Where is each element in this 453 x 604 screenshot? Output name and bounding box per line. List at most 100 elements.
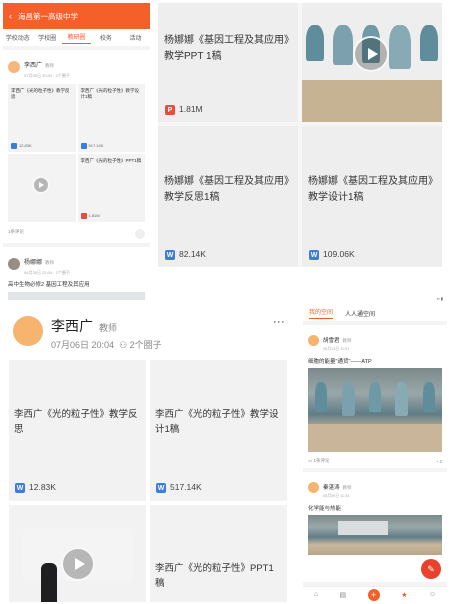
post-content: 高中生物必修2 基因工程及其应用	[8, 282, 90, 288]
attachment-doc[interactable]: 杨娜娜《基因工程及其应用》教学反思1稿 W 82.14K	[158, 126, 298, 267]
nav-message-icon[interactable]: ▤	[340, 591, 347, 599]
video-thumbnail[interactable]	[302, 3, 442, 122]
tab-everyone-space[interactable]: 人人通空间	[345, 309, 375, 318]
author-name[interactable]: 杨娜娜	[24, 260, 42, 266]
author-name[interactable]: 李西广	[24, 63, 42, 69]
post-time: 06月28日 22:04	[24, 270, 53, 275]
avatar[interactable]	[308, 482, 319, 493]
students-image	[308, 382, 442, 416]
file-size: 12.83K	[29, 482, 56, 493]
play-icon[interactable]	[61, 547, 95, 581]
circle-count[interactable]: 2个圈子	[130, 340, 162, 350]
attachment-doc[interactable]: 杨娜娜《基因工程及其应用》教学设计1稿 W 109.06K	[302, 126, 442, 267]
more-icon[interactable]: ⋮	[272, 316, 286, 327]
author-name[interactable]: 李西广	[51, 318, 93, 334]
word-doc-icon: W	[309, 250, 319, 261]
app-header: ‹ 海昌第一高级中学	[3, 3, 150, 29]
attachment-doc[interactable]: 李西广《光的粒子性》教学反思 12.83K	[8, 84, 76, 152]
like-icon[interactable]	[135, 229, 145, 239]
post-image[interactable]	[308, 368, 442, 452]
tab-my-space[interactable]: 我的空间	[309, 307, 334, 319]
word-doc-icon	[80, 143, 87, 149]
attachment-title: 李西广《光的粒子性》教学反思	[14, 409, 138, 436]
video-thumbnail[interactable]	[9, 505, 146, 602]
avatar[interactable]	[13, 316, 43, 346]
file-size: 517.14K	[170, 482, 202, 493]
author-role: 教师	[99, 323, 118, 333]
edit-fab[interactable]: ✎	[421, 559, 441, 579]
attachment-doc[interactable]: 李西广《光的粒子性》教学反思 W 12.83K	[9, 360, 146, 501]
file-size: 109.06K	[323, 249, 355, 260]
attachment-title: 李西广《光的粒子性》PPT1稿	[155, 563, 274, 590]
attachment-ppt[interactable]: 李西广《光的粒子性》PPT1稿 1.81M	[77, 154, 145, 222]
bottom-nav: ⌂ ▤ + ★ ☺	[303, 586, 447, 602]
post-image[interactable]	[8, 292, 145, 300]
like-count: 2	[439, 458, 442, 464]
post-card[interactable]: 杨娜娜 教师 06月28日 22:04 · 2个圈子 高中生物必修2 基因工程及其…	[3, 247, 150, 300]
nav-add-icon[interactable]: +	[367, 588, 380, 601]
post-detail-zoom: 李西广 教师 07月06日 20:04 ⚇ 2个圈子 ⋮ 李西广《光的粒子性》教学…	[3, 306, 296, 602]
ppt-icon: P	[165, 105, 175, 116]
attachment-title: 李西广《光的粒子性》教学设计1稿	[155, 409, 279, 436]
file-size: 1.81M	[88, 213, 100, 219]
attachment-doc[interactable]: 李西广《光的粒子性》教学设计1稿 W 517.14K	[150, 360, 287, 501]
avatar[interactable]	[8, 257, 20, 270]
comment-count[interactable]: 1条评论	[314, 458, 330, 463]
desks-image	[302, 80, 442, 122]
post-time: 06月09日 11:33	[323, 494, 350, 498]
comment-icon[interactable]: ▭	[308, 458, 312, 463]
attachment-title: 李西广《光的粒子性》PPT1稿	[80, 158, 142, 163]
post-time: 07月06日 20:04	[51, 340, 115, 350]
teacher-image	[41, 563, 57, 602]
circle-count[interactable]: 2个圈子	[56, 73, 70, 78]
avatar[interactable]	[308, 335, 319, 346]
attachment-ppt[interactable]: 杨娜娜《基因工程及其应用》教学PPT 1稿 P 1.81M	[158, 3, 298, 122]
my-space-screen: ▪▪ ▮ 我的空间 人人通空间 胡雪君 教师 06月13日 11:51 细胞的能量…	[303, 296, 447, 602]
screen-image	[338, 521, 388, 535]
nav-home-icon[interactable]: ⌂	[314, 591, 318, 598]
tab-activities[interactable]: 活动	[121, 33, 150, 42]
post-content: 细胞的能量"通货"——ATP	[308, 359, 372, 365]
school-title: 海昌第一高级中学	[18, 11, 78, 21]
post-image[interactable]	[308, 515, 442, 555]
circle-count[interactable]: 2个圈子	[56, 270, 70, 275]
attachment-title: 杨娜娜《基因工程及其应用》教学反思1稿	[164, 176, 289, 203]
nav-profile-icon[interactable]: ☺	[429, 591, 436, 598]
author-role: 教师	[342, 485, 352, 490]
ppt-icon	[80, 213, 87, 219]
tab-school-circle[interactable]: 学校圈	[32, 33, 61, 42]
comment-count[interactable]: 1条评论	[8, 229, 24, 239]
like-icon[interactable]: ◔	[436, 459, 439, 464]
video-thumbnail[interactable]	[8, 154, 76, 222]
file-size: 517.14K	[88, 143, 104, 149]
post-time: 07月06日 20:04	[24, 73, 53, 78]
post-time: 06月13日 11:51	[323, 347, 350, 351]
play-icon[interactable]	[353, 36, 389, 72]
avatar[interactable]	[8, 60, 20, 73]
author-role: 教师	[342, 338, 352, 343]
tab-school-news[interactable]: 学校动态	[3, 33, 32, 42]
attachment-title: 李西广《光的粒子性》教学反思	[11, 88, 70, 99]
play-icon[interactable]	[32, 176, 50, 194]
author-role: 教师	[45, 260, 55, 265]
circle-icon: ⚇	[119, 340, 128, 350]
file-size: 12.83K	[19, 143, 32, 149]
post-card[interactable]: 李西广 教师 07月06日 20:04 · 2个圈子 李西广《光的粒子性》教学反思…	[3, 50, 150, 243]
author-name[interactable]: 秦湛涛	[323, 485, 340, 491]
author-name[interactable]: 胡雪君	[323, 338, 340, 344]
school-feed-screen: ‹ 海昌第一高级中学 学校动态 学校圈 教研圈 校务 活动 李西广 教师 07月0…	[3, 3, 150, 300]
word-doc-icon: W	[156, 483, 166, 494]
space-tabs: 我的空间 人人通空间	[303, 305, 447, 321]
attachment-title: 杨娜娜《基因工程及其应用》教学PPT 1稿	[164, 35, 289, 62]
author-role: 教师	[45, 63, 55, 68]
post-card[interactable]: 胡雪君 教师 06月13日 11:51 细胞的能量"通货"——ATP ▭ 1条评论…	[303, 325, 447, 468]
tab-school-affairs[interactable]: 校务	[91, 33, 120, 42]
post-content: 化学能与热能	[308, 506, 342, 512]
attachment-doc[interactable]: 李西广《光的粒子性》教学设计1稿 517.14K	[77, 84, 145, 152]
nav-favorite-icon[interactable]: ★	[401, 591, 407, 599]
desks-image	[308, 424, 442, 452]
tab-research-circle[interactable]: 教研圈	[61, 32, 92, 44]
back-arrow-icon[interactable]: ‹	[9, 11, 12, 21]
attachment-ppt[interactable]: 李西广《光的粒子性》PPT1稿	[150, 505, 287, 602]
file-size: 82.14K	[179, 249, 206, 260]
